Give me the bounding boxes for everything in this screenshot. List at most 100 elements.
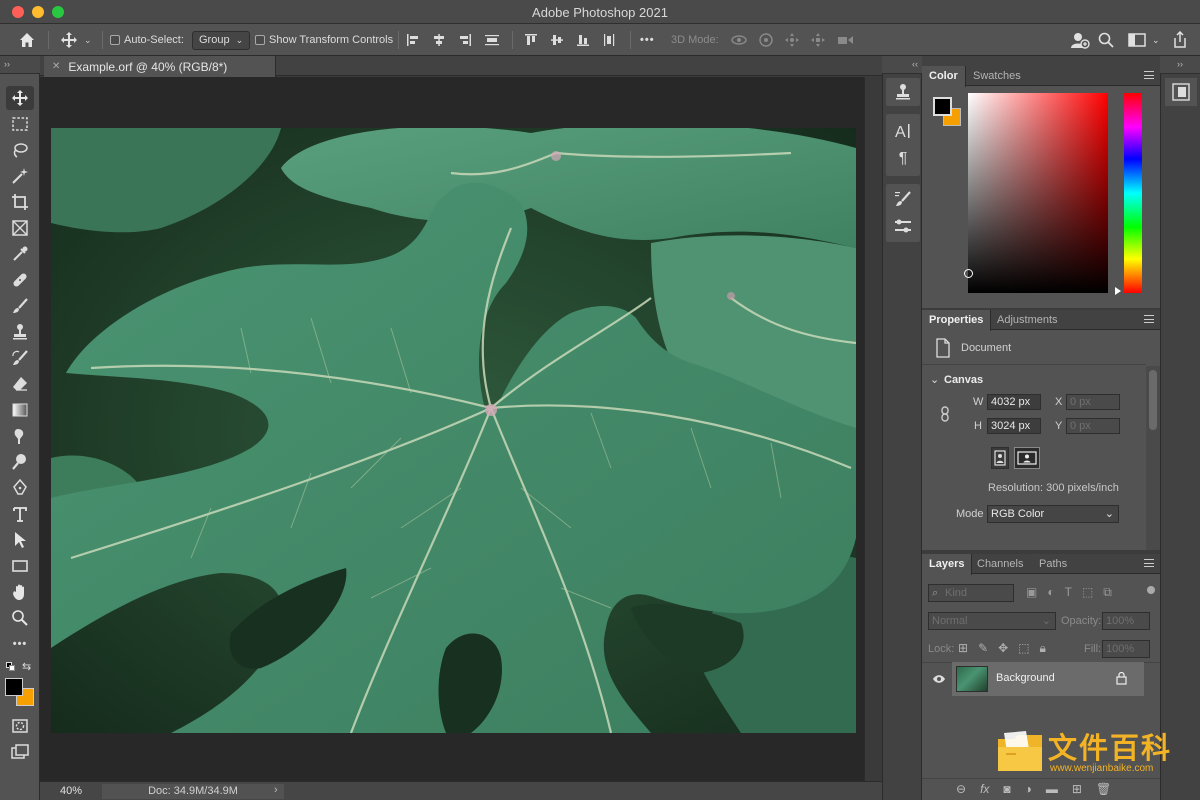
filter-type-icon[interactable]: T [1065, 585, 1072, 600]
lock-all-icon[interactable]: 🔒︎ [1040, 641, 1046, 656]
tab-channels[interactable]: Channels [970, 554, 1030, 575]
canvas-area[interactable] [40, 77, 864, 781]
search-button[interactable] [1098, 24, 1114, 56]
toolbar-collapse[interactable]: ›› [0, 56, 40, 74]
brushes-panel-button[interactable] [894, 218, 912, 236]
layer-visibility-toggle[interactable] [932, 674, 946, 687]
auto-select-option[interactable]: Auto-Select: [110, 24, 184, 56]
y-input[interactable]: 0 px [1066, 418, 1120, 434]
healing-brush-tool[interactable] [6, 268, 34, 292]
tab-swatches[interactable]: Swatches [966, 66, 1028, 87]
path-selection-tool[interactable] [6, 528, 34, 552]
icon-column-collapse[interactable]: ‹‹ [882, 56, 922, 74]
auto-select-dropdown[interactable]: Group ⌄ [192, 24, 251, 56]
foreground-color-swatch[interactable] [5, 678, 23, 696]
filter-toggle-icon[interactable] [1147, 586, 1155, 594]
search-people-button[interactable] [1070, 24, 1090, 56]
clone-stamp-tool[interactable] [6, 320, 34, 344]
tab-color[interactable]: Color [922, 66, 966, 87]
tab-adjustments[interactable]: Adjustments [990, 310, 1065, 331]
libraries-panel-button[interactable] [1165, 78, 1197, 106]
show-transform-checkbox[interactable] [255, 35, 265, 45]
canvas-vertical-scrollbar[interactable] [864, 77, 882, 781]
filter-adjustment-icon[interactable]: ◐ [1047, 585, 1054, 600]
tab-layers[interactable]: Layers [922, 554, 973, 575]
tab-properties[interactable]: Properties [922, 310, 992, 331]
portrait-orientation-button[interactable] [991, 447, 1009, 469]
delete-layer-icon[interactable]: 🗑︎ [1096, 782, 1111, 796]
pan-3d-icon[interactable] [784, 32, 800, 48]
quick-mask-button[interactable] [6, 714, 34, 738]
more-options-button[interactable]: ••• [640, 24, 655, 56]
gradient-tool[interactable] [6, 398, 34, 422]
move-tool[interactable] [6, 86, 34, 110]
screen-mode-button[interactable] [6, 740, 34, 764]
panel-menu-icon[interactable] [1144, 71, 1154, 79]
link-layers-icon[interactable]: ⊖ [956, 782, 966, 796]
document-image[interactable] [51, 128, 856, 733]
info-menu-arrow[interactable]: › [274, 784, 278, 796]
distribute-vertical-icon[interactable] [602, 33, 616, 47]
scale-3d-icon[interactable] [836, 32, 854, 48]
height-input[interactable]: 3024 px [987, 418, 1041, 434]
lock-transparent-icon[interactable]: ⊞ [958, 641, 968, 656]
doc-size-info[interactable]: Doc: 34.9M/34.9M [102, 784, 284, 799]
magic-wand-tool[interactable] [6, 164, 34, 188]
lock-image-icon[interactable]: ✎ [978, 641, 988, 656]
roll-3d-icon[interactable] [758, 32, 774, 48]
new-layer-icon[interactable]: ⊞ [1072, 782, 1082, 796]
saturation-brightness-field[interactable] [964, 93, 1108, 293]
auto-select-checkbox[interactable] [110, 35, 120, 45]
properties-scrollbar[interactable] [1146, 366, 1160, 550]
workspace-button[interactable]: ⌄ [1128, 24, 1160, 56]
type-tool[interactable] [6, 502, 34, 526]
hand-tool[interactable] [6, 580, 34, 604]
landscape-orientation-button[interactable] [1014, 447, 1040, 469]
lasso-tool[interactable] [6, 138, 34, 162]
brush-settings-button[interactable] [894, 190, 912, 208]
move-tool-preset-button[interactable]: ⌄ [60, 24, 92, 56]
fill-input[interactable]: 100% [1102, 640, 1150, 658]
filter-pixel-icon[interactable]: ▣ [1026, 585, 1037, 600]
distribute-icon[interactable] [484, 33, 500, 47]
chevron-down-icon[interactable]: ⌄ [930, 373, 939, 386]
history-brush-tool[interactable] [6, 346, 34, 370]
rectangle-tool[interactable] [6, 554, 34, 578]
new-group-icon[interactable]: ▬ [1046, 782, 1058, 796]
filter-shape-icon[interactable]: ⬚ [1082, 585, 1093, 600]
opacity-input[interactable]: 100% [1102, 612, 1150, 630]
link-chain-icon[interactable] [940, 406, 950, 422]
layer-effects-icon[interactable]: fx [980, 782, 989, 796]
align-right-icon[interactable] [458, 33, 472, 47]
orbit-3d-icon[interactable] [730, 32, 748, 48]
x-input[interactable]: 0 px [1066, 394, 1120, 410]
color-picker-cursor[interactable] [964, 269, 973, 278]
width-input[interactable]: 4032 px [987, 394, 1041, 410]
frame-tool[interactable] [6, 216, 34, 240]
foreground-color-chip[interactable] [933, 97, 952, 116]
marquee-tool[interactable] [6, 112, 34, 136]
document-tab[interactable]: ✕ Example.orf @ 40% (RGB/8*) [44, 56, 276, 77]
hue-slider-thumb[interactable] [1115, 287, 1121, 295]
tab-close-icon[interactable]: ✕ [52, 61, 60, 72]
filter-smart-object-icon[interactable]: ⧉ [1103, 585, 1112, 600]
layer-row-background[interactable]: Background [952, 662, 1144, 696]
home-button[interactable] [18, 24, 36, 56]
slide-3d-icon[interactable] [810, 32, 826, 48]
crop-tool[interactable] [6, 190, 34, 214]
history-panel-button[interactable] [894, 83, 912, 101]
hue-slider[interactable] [1124, 93, 1142, 293]
adjustment-layer-icon[interactable]: ◑ [1025, 782, 1032, 796]
lock-artboard-icon[interactable]: ⬚ [1018, 641, 1029, 656]
brush-tool[interactable] [6, 294, 34, 318]
align-center-icon[interactable] [432, 33, 446, 47]
layer-filter-kind-select[interactable]: ⌕ Kind [928, 584, 1014, 602]
align-top-icon[interactable] [524, 33, 538, 47]
eraser-tool[interactable] [6, 372, 34, 396]
add-mask-icon[interactable]: ◙ [1003, 782, 1010, 796]
paragraph-panel-button[interactable]: ¶ [894, 150, 912, 168]
canvas-section-title[interactable]: Canvas [944, 374, 983, 386]
share-button[interactable] [1172, 24, 1188, 56]
panel-menu-icon[interactable] [1144, 559, 1154, 567]
zoom-level-field[interactable]: 40% [48, 784, 98, 799]
